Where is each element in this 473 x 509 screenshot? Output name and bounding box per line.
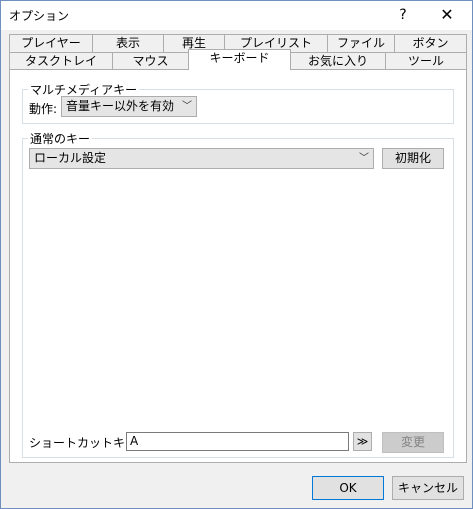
tab-tools[interactable]: ツール — [385, 52, 467, 70]
chevron-down-icon: ﹀ — [359, 153, 369, 164]
shortcut-label: ショートカットキー: — [29, 436, 142, 450]
tab-favorites[interactable]: お気に入り — [290, 52, 386, 70]
normal-keys-legend: 通常のキー — [28, 130, 93, 147]
multimedia-action-select[interactable]: 音量キー以外を有効 ﹀ — [61, 96, 197, 117]
reset-button[interactable]: 初期化 — [382, 148, 444, 169]
help-button[interactable]: ? — [383, 3, 423, 27]
ok-button[interactable]: OK — [312, 476, 384, 500]
assign-key-button[interactable]: ≫ — [353, 432, 372, 451]
change-button[interactable]: 変更 — [382, 432, 444, 453]
cancel-button[interactable]: キャンセル — [392, 476, 464, 500]
normal-keys-group — [22, 138, 454, 458]
multimedia-action-value: 音量キー以外を有効 — [66, 99, 175, 113]
shortcut-input[interactable]: A — [126, 432, 349, 451]
close-button[interactable]: ✕ — [427, 3, 467, 27]
keyboard-panel: マルチメディアキー 動作: 音量キー以外を有効 ﹀ 通常のキー ローカル設定 ﹀… — [9, 69, 467, 463]
options-dialog: オプション ? ✕ プレイヤー 表示 再生 プレイリスト ファイル ボタン タス… — [0, 0, 473, 509]
tab-buttons[interactable]: ボタン — [394, 34, 467, 52]
tab-keyboard[interactable]: キーボード — [188, 49, 291, 70]
chevron-down-icon: ﹀ — [182, 101, 192, 112]
title-bar: オプション ? ✕ — [1, 1, 472, 30]
tab-mouse[interactable]: マウス — [112, 52, 189, 70]
preset-select[interactable]: ローカル設定 ﹀ — [29, 148, 374, 169]
tab-player[interactable]: プレイヤー — [9, 34, 93, 52]
preset-value: ローカル設定 — [34, 151, 107, 165]
tab-tasktray[interactable]: タスクトレイ — [9, 52, 113, 70]
tab-file[interactable]: ファイル — [327, 34, 395, 52]
tab-display[interactable]: 表示 — [92, 34, 164, 52]
dialog-title: オプション — [9, 9, 70, 23]
action-label: 動作: — [29, 102, 58, 116]
